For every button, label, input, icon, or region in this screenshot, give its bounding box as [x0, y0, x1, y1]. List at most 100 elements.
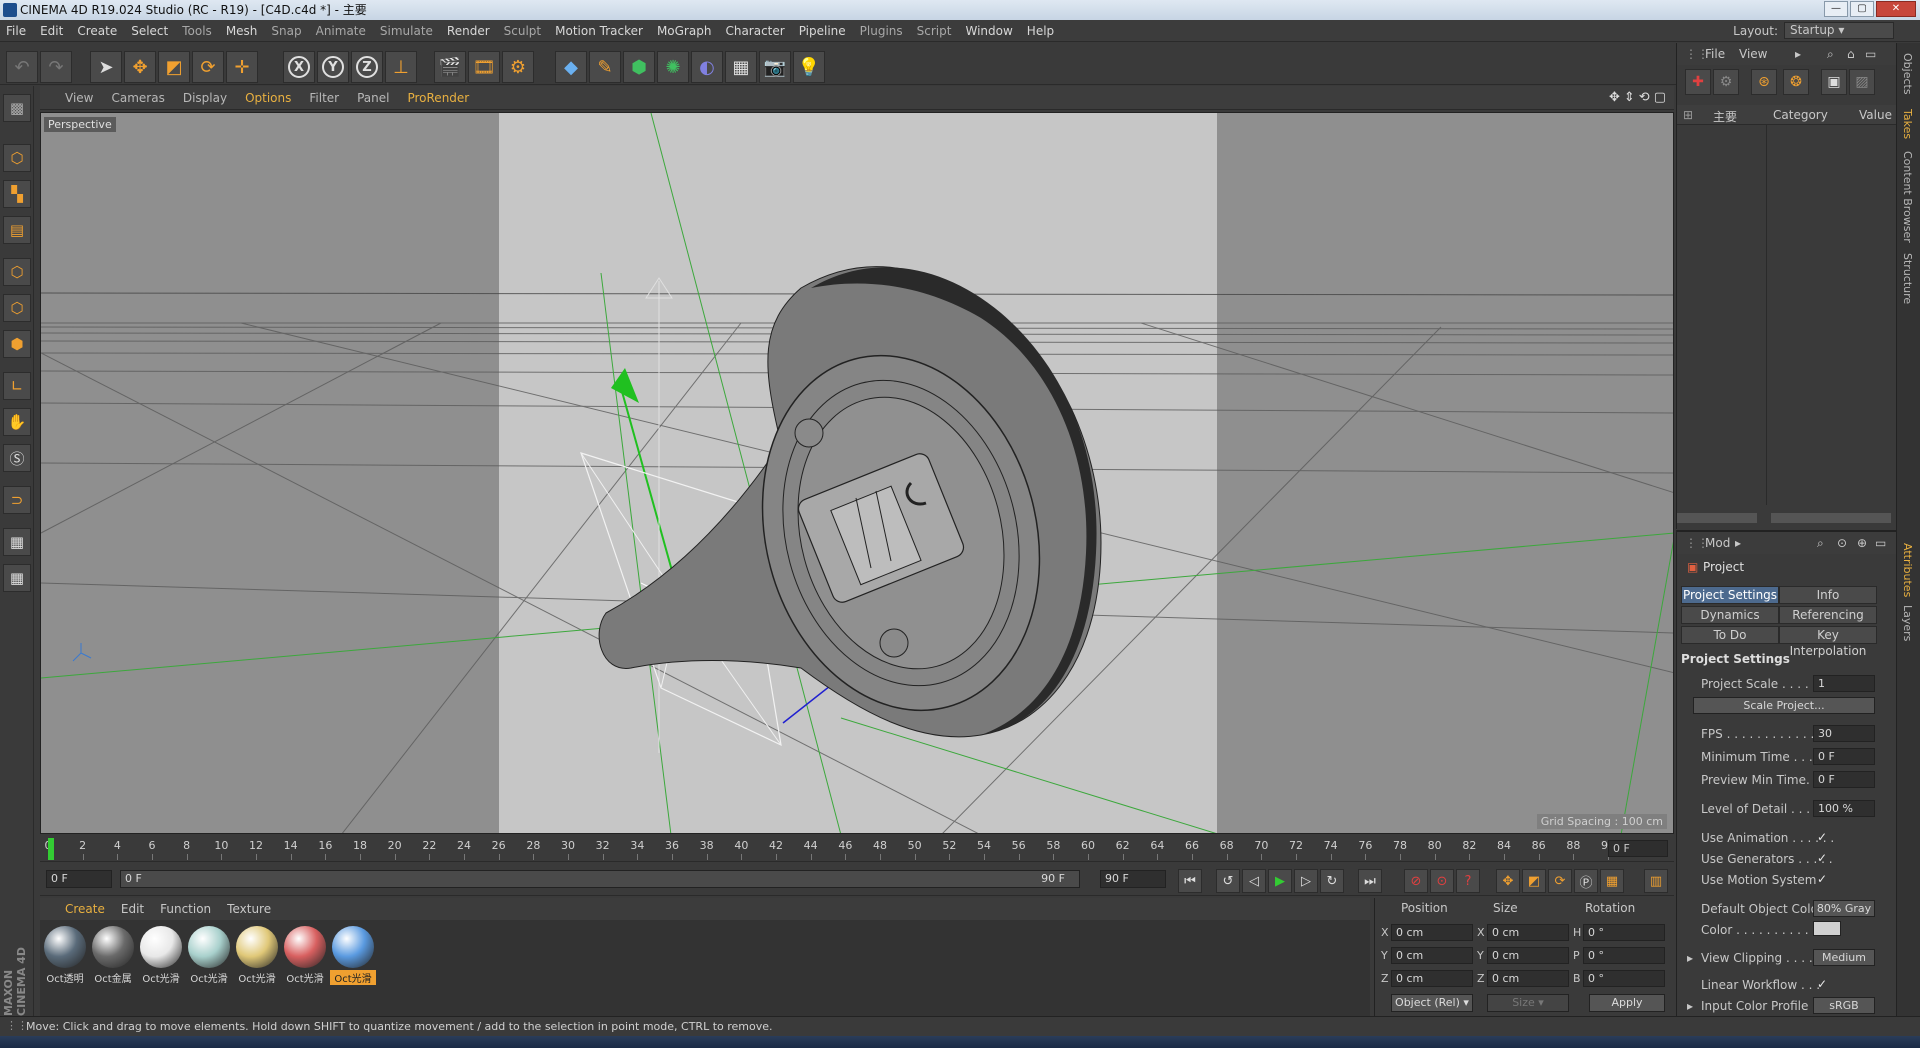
render-settings-icon[interactable]: ⚙	[502, 51, 534, 83]
play-icon[interactable]: ▶	[1268, 869, 1292, 893]
menu-sculpt[interactable]: Sculpt	[504, 24, 541, 38]
lock-workplane-icon[interactable]: ▦	[3, 528, 31, 556]
timeline-ruler[interactable]: 0246810121416182022242628303234363840424…	[40, 836, 1674, 862]
material-menu-texture[interactable]: Texture	[227, 902, 271, 916]
material-menu-create[interactable]: Create	[65, 902, 105, 916]
take-add-icon[interactable]: ✚	[1685, 69, 1711, 95]
solo-icon[interactable]: Ⓢ	[3, 444, 31, 472]
attr-mode-menu[interactable]: Mod	[1705, 536, 1730, 550]
tab-info[interactable]: Info	[1779, 586, 1877, 604]
close-button[interactable]: ✕	[1876, 1, 1916, 17]
material-swatch[interactable]: Oct光滑	[330, 926, 376, 985]
x-axis-lock[interactable]: X	[283, 51, 315, 83]
light-icon[interactable]: 💡	[793, 51, 825, 83]
values-scrollbar[interactable]	[1771, 513, 1891, 523]
minimize-button[interactable]: —	[1824, 1, 1848, 17]
keyframe-selection-icon[interactable]: ?	[1456, 869, 1480, 893]
undo-icon[interactable]: ↶	[6, 51, 38, 83]
cube-icon[interactable]: ◆	[555, 51, 587, 83]
default-object-color-select[interactable]: 80% Gray	[1813, 900, 1875, 917]
linear-workflow-checkbox[interactable]: ✓	[1817, 977, 1827, 991]
view-clipping-select[interactable]: Medium	[1813, 949, 1875, 966]
model-mode-icon[interactable]: ⬡	[3, 144, 31, 172]
menu-select[interactable]: Select	[131, 24, 168, 38]
size-y-field[interactable]: 0 cm	[1487, 947, 1569, 964]
orbit-icon[interactable]: ⟲	[1639, 90, 1650, 105]
timeline-window-icon[interactable]: ▥	[1644, 869, 1668, 893]
size-x-field[interactable]: 0 cm	[1487, 924, 1569, 941]
material-menu-edit[interactable]: Edit	[121, 902, 144, 916]
viewport-menu-panel[interactable]: Panel	[357, 91, 389, 105]
take-root-label[interactable]: 主要	[1713, 108, 1737, 125]
objmgr-search-icon[interactable]: ⌕	[1827, 47, 1834, 62]
pen-icon[interactable]: ✎	[589, 51, 621, 83]
go-to-end-icon[interactable]: ⏭	[1358, 869, 1382, 893]
menu-help[interactable]: Help	[1027, 24, 1054, 38]
menu-character[interactable]: Character	[725, 24, 784, 38]
menu-animate[interactable]: Animate	[316, 24, 366, 38]
preview-min-field[interactable]: 0 F	[1813, 771, 1875, 788]
tab-todo[interactable]: To Do	[1681, 626, 1779, 644]
rotation-h-field[interactable]: 0 °	[1583, 924, 1665, 941]
menu-mesh[interactable]: Mesh	[226, 24, 258, 38]
objmgr-more-icon[interactable]: ▸	[1795, 47, 1801, 61]
next-key-icon[interactable]: ↻	[1320, 869, 1344, 893]
coordinate-mode-select[interactable]: Object (Rel) ▾	[1391, 994, 1473, 1012]
material-swatch[interactable]: Oct光滑	[186, 926, 232, 985]
record-active-icon[interactable]: ⊘	[1404, 869, 1428, 893]
select-tool-icon[interactable]: ➤	[90, 51, 122, 83]
material-menu-function[interactable]: Function	[160, 902, 211, 916]
tab-dynamics[interactable]: Dynamics	[1681, 606, 1779, 624]
rotation-p-field[interactable]: 0 °	[1583, 947, 1665, 964]
viewport-perspective[interactable]: Perspective Grid Spacing : 100 cm	[40, 112, 1674, 834]
move-tool-icon[interactable]: ✥	[124, 51, 156, 83]
floor-icon[interactable]: ▦	[725, 51, 757, 83]
viewport-menu-prorender[interactable]: ProRender	[407, 91, 469, 105]
deformer-icon[interactable]: ◐	[691, 51, 723, 83]
menu-window[interactable]: Window	[965, 24, 1012, 38]
material-swatch[interactable]: Oct光滑	[234, 926, 280, 985]
menu-snap[interactable]: Snap	[271, 24, 301, 38]
objmgr-menu-file[interactable]: File	[1705, 47, 1725, 61]
menu-render[interactable]: Render	[447, 24, 490, 38]
viewport-menu-view[interactable]: View	[65, 91, 93, 105]
attr-new-icon[interactable]: ⊕	[1857, 536, 1867, 550]
material-swatch[interactable]: Oct金属	[90, 926, 136, 985]
key-rotation-icon[interactable]: ⟳	[1548, 869, 1572, 893]
size-mode-select[interactable]: Size ▾	[1487, 994, 1569, 1012]
menu-mograph[interactable]: MoGraph	[657, 24, 712, 38]
material-swatch[interactable]: Oct光滑	[282, 926, 328, 985]
use-animation-checkbox[interactable]: ✓	[1817, 830, 1827, 844]
points-mode-icon[interactable]: ⬡	[3, 258, 31, 286]
take-clone-icon[interactable]: ⚙	[1713, 69, 1739, 95]
edges-mode-icon[interactable]: ⬡	[3, 294, 31, 322]
input-color-profile-select[interactable]: sRGB	[1813, 997, 1875, 1014]
menu-simulate[interactable]: Simulate	[380, 24, 433, 38]
material-swatch[interactable]: Oct透明	[42, 926, 88, 985]
workplane-icon[interactable]: ▤	[3, 216, 31, 244]
render-picture-viewer-icon[interactable]: 🎞	[468, 51, 500, 83]
input-profile-expand-icon[interactable]: ▸	[1687, 999, 1693, 1013]
rotation-b-field[interactable]: 0 °	[1583, 970, 1665, 987]
side-tab-layers[interactable]: Layers	[1901, 605, 1914, 641]
color-swatch[interactable]	[1813, 921, 1841, 936]
frame-range-slider[interactable]: 0 F 90 F	[120, 870, 1080, 888]
side-tab-content-browser[interactable]: Content Browser	[1901, 151, 1914, 243]
key-pla-icon[interactable]: ▦	[1600, 869, 1624, 893]
lod-field[interactable]: 100 %	[1813, 800, 1875, 817]
tab-project-settings[interactable]: Project Settings	[1681, 586, 1779, 604]
scale-tool-icon[interactable]: ◩	[158, 51, 190, 83]
position-y-field[interactable]: 0 cm	[1391, 947, 1473, 964]
size-z-field[interactable]: 0 cm	[1487, 970, 1569, 987]
objmgr-menu-view[interactable]: View	[1739, 47, 1767, 61]
take-camera-icon[interactable]: ▣	[1821, 69, 1847, 95]
attr-mode-arrow-icon[interactable]: ▸	[1735, 536, 1741, 550]
go-to-start-icon[interactable]: ⏮	[1178, 869, 1202, 893]
take-override-icon[interactable]: ⊛	[1751, 69, 1777, 95]
coordinate-system-icon[interactable]: ⊥	[385, 51, 417, 83]
viewport-menu-display[interactable]: Display	[183, 91, 227, 105]
viewport-menu-cameras[interactable]: Cameras	[111, 91, 164, 105]
menu-edit[interactable]: Edit	[40, 24, 63, 38]
objmgr-home-icon[interactable]: ⌂	[1847, 47, 1855, 61]
attr-layout-icon[interactable]: ▭	[1875, 536, 1886, 550]
